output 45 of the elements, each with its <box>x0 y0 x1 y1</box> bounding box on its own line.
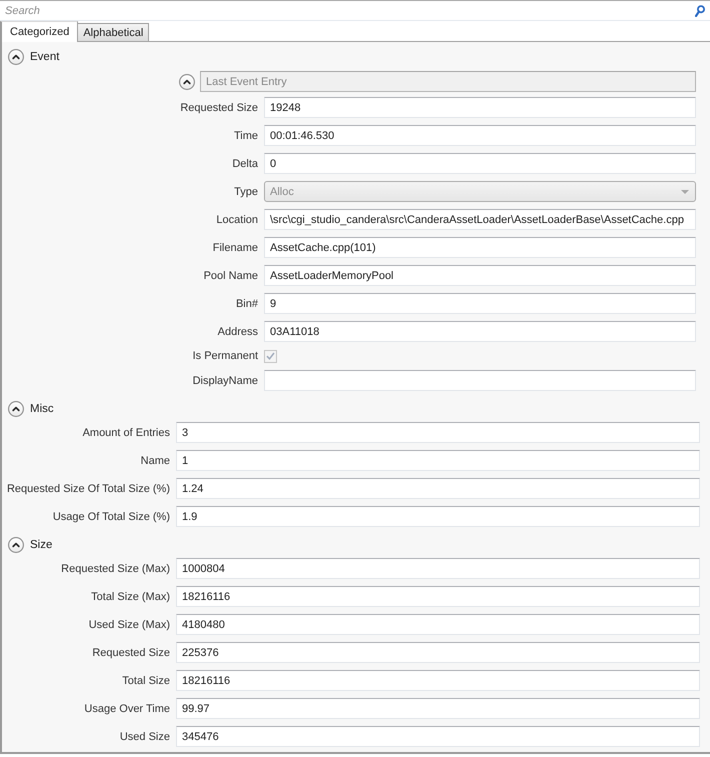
text-field[interactable]: 18216116 <box>176 670 700 691</box>
field-label: Name <box>140 454 170 468</box>
field-label: Requested Size Of Total Size (%) <box>6 482 170 496</box>
category-title: Misc <box>30 403 54 415</box>
caret-icon <box>681 190 689 194</box>
field-label: Address <box>216 324 258 338</box>
text-field[interactable]: 18216116 <box>176 586 700 607</box>
checkmark-icon <box>266 352 275 360</box>
field-label: DisplayName <box>192 374 258 388</box>
field-label: Usage Of Total Size (%) <box>52 510 170 524</box>
field-label: Requested Size (Max) <box>60 562 170 576</box>
text-field[interactable]: 3 <box>176 422 700 443</box>
chevron-circle-icon[interactable] <box>8 401 24 417</box>
text-field[interactable]: 99.97 <box>176 698 700 719</box>
text-field[interactable]: 1 <box>176 450 700 471</box>
field-label: Pool Name <box>202 268 258 282</box>
field-label: Amount of Entries <box>82 426 170 440</box>
field-label: Total Size (Max) <box>90 590 170 604</box>
tab[interactable]: Alphabetical <box>78 23 150 42</box>
chevron-circle-icon[interactable] <box>8 537 24 553</box>
field-label: Delta <box>231 156 258 170</box>
tab[interactable]: Categorized <box>0 21 78 42</box>
entry-title-field: Last Event Entry <box>200 71 696 92</box>
field-label: Is Permanent <box>192 349 258 363</box>
field-label: Bin# <box>234 296 258 310</box>
category-title: Event <box>30 51 60 63</box>
field-label: Used Size <box>118 730 170 744</box>
field-label: Requested Size <box>91 646 170 660</box>
text-field[interactable]: 225376 <box>176 642 700 663</box>
text-field[interactable]: 1000804 <box>176 558 700 579</box>
field-label: Type <box>233 184 258 198</box>
text-field[interactable]: 4180480 <box>176 614 700 635</box>
field-label: Used Size (Max) <box>88 618 170 632</box>
search-icon[interactable] <box>695 4 705 16</box>
chevron-circle-icon[interactable] <box>8 49 24 65</box>
text-field[interactable]: 1.9 <box>176 506 700 527</box>
category-title: Size <box>30 539 52 551</box>
field-label: Usage Over Time <box>83 702 170 716</box>
text-field[interactable]: 1.24 <box>176 478 700 499</box>
field-label: Location <box>215 212 258 226</box>
field-label: Time <box>232 128 258 142</box>
field-label: Filename <box>212 240 258 254</box>
field-label: Total Size <box>121 674 170 688</box>
text-field[interactable]: 345476 <box>176 726 700 747</box>
field-label: Requested Size <box>179 100 258 114</box>
